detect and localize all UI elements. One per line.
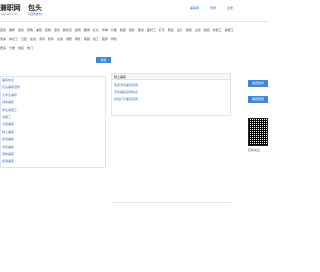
site-logo-sub: jianzhi.com bbox=[1, 12, 19, 16]
list-item[interactable]: 手机兼职 bbox=[2, 144, 105, 151]
top-links: 兼职网 登录 注册 bbox=[190, 6, 243, 10]
category-row-2: 周末 钟点工 日结 在线 手机 软件 文案 调研 销售 客服 技工 装卸 司机 bbox=[0, 35, 268, 44]
category-link[interactable]: 家教 bbox=[27, 28, 33, 32]
category-row-3: 更多 分类 地区 热门 bbox=[0, 44, 268, 53]
list-item[interactable]: 手机兼职招聘信息 bbox=[114, 89, 138, 96]
category-link[interactable]: 暑假工 bbox=[225, 28, 234, 32]
category-nav: 首页 推荐 送货 家教 兼职 促销 话务 服务员 模特 翻译 礼仪 传单 分拣 … bbox=[0, 26, 268, 53]
panel-title: 网上兼职 bbox=[112, 74, 230, 80]
category-link[interactable]: 技工 bbox=[93, 37, 99, 41]
top-link[interactable]: 登录 bbox=[210, 6, 216, 10]
category-link[interactable]: 手机 bbox=[39, 37, 45, 41]
list-item[interactable]: 在线打字兼职招聘 bbox=[114, 96, 138, 103]
category-link[interactable]: 促销 bbox=[45, 28, 51, 32]
category-link[interactable]: 钟点工 bbox=[9, 37, 18, 41]
category-row-1: 首页 推荐 送货 家教 兼职 促销 话务 服务员 模特 翻译 礼仪 传单 分拣 … bbox=[0, 26, 268, 35]
category-link[interactable]: 收银 bbox=[120, 28, 126, 32]
list-item[interactable]: 包头兼职招聘 bbox=[2, 84, 105, 91]
category-link[interactable]: 分拣 bbox=[111, 28, 117, 32]
list-item[interactable]: 促销兼职 bbox=[2, 158, 105, 165]
category-link[interactable]: 翻译 bbox=[84, 28, 90, 32]
recruit-button[interactable]: 兼职招聘 bbox=[248, 96, 268, 103]
category-link[interactable]: 软件 bbox=[48, 37, 54, 41]
category-link[interactable]: 在线 bbox=[30, 37, 36, 41]
top-link[interactable]: 兼职网 bbox=[190, 6, 199, 10]
category-link[interactable]: 临时工 bbox=[147, 28, 156, 32]
city-switch-link[interactable]: [切换城市] bbox=[28, 12, 42, 16]
category-link[interactable]: 寒假工 bbox=[213, 28, 222, 32]
category-link[interactable]: 打字 bbox=[159, 28, 165, 32]
top-bar: 兼职网 jianzhi.com 包头 [切换城市] 兼职网 登录 注册 bbox=[0, 0, 268, 22]
category-link[interactable]: 主持 bbox=[195, 28, 201, 32]
category-link[interactable]: 模特 bbox=[75, 28, 81, 32]
category-link[interactable]: 地区 bbox=[18, 46, 24, 50]
list-item[interactable]: 大学生兼职 bbox=[2, 92, 105, 99]
qr-caption: 扫码关注 bbox=[248, 148, 261, 152]
category-link[interactable]: 送货 bbox=[18, 28, 24, 32]
category-link[interactable]: 日结 bbox=[21, 37, 27, 41]
list-item[interactable]: 兼职信息 bbox=[2, 77, 105, 84]
category-link[interactable]: 话务 bbox=[54, 28, 60, 32]
category-link[interactable]: 首页 bbox=[0, 28, 6, 32]
category-link[interactable]: 兼职 bbox=[36, 28, 42, 32]
publish-button[interactable]: 免费发布 bbox=[248, 80, 268, 87]
category-link[interactable]: 编辑 bbox=[186, 28, 192, 32]
list-item[interactable]: 寒假工 bbox=[2, 114, 105, 121]
category-link[interactable]: 销售 bbox=[75, 37, 81, 41]
category-link[interactable]: 热门 bbox=[27, 46, 33, 50]
category-link[interactable]: 装卸 bbox=[102, 37, 108, 41]
category-link[interactable]: 礼仪 bbox=[93, 28, 99, 32]
lower-panel bbox=[111, 202, 231, 272]
category-link[interactable]: 校园 bbox=[204, 28, 210, 32]
category-link[interactable]: 客服 bbox=[84, 37, 90, 41]
list-item[interactable]: 网上兼职 bbox=[2, 129, 105, 136]
category-link[interactable]: 摄影 bbox=[129, 28, 135, 32]
category-link[interactable]: 司机 bbox=[111, 37, 117, 41]
list-item[interactable]: 家教兼职 bbox=[2, 151, 105, 158]
category-link[interactable]: 网店 bbox=[168, 28, 174, 32]
qr-code bbox=[248, 118, 268, 146]
panel-list: 免费手机兼职招聘 手机兼职招聘信息 在线打字兼职招聘 bbox=[114, 82, 138, 103]
online-jobs-panel: 网上兼职 免费手机兼职招聘 手机兼职招聘信息 在线打字兼职招聘 bbox=[111, 73, 231, 116]
category-link[interactable]: 服务员 bbox=[63, 28, 72, 32]
top-link[interactable]: 注册 bbox=[227, 6, 233, 10]
category-link[interactable]: 更多 bbox=[0, 46, 6, 50]
category-link[interactable]: 传单 bbox=[102, 28, 108, 32]
category-link[interactable]: 周末 bbox=[0, 37, 6, 41]
category-link[interactable]: 文案 bbox=[57, 37, 63, 41]
left-link-list: 兼职信息 包头兼职招聘 大学生兼职 周末兼职 学生暑假工 寒假工 日结兼职 网上… bbox=[0, 76, 106, 168]
list-item[interactable]: 在线兼职 bbox=[2, 136, 105, 143]
list-item[interactable]: 免费手机兼职招聘 bbox=[114, 82, 138, 89]
search-button[interactable]: 搜索 bbox=[96, 57, 111, 63]
list-item[interactable]: 日结兼职 bbox=[2, 121, 105, 128]
category-link[interactable]: 设计 bbox=[177, 28, 183, 32]
list-item[interactable]: 周末兼职 bbox=[2, 99, 105, 106]
category-link[interactable]: 分类 bbox=[9, 46, 15, 50]
category-link[interactable]: 调研 bbox=[66, 37, 72, 41]
list-item[interactable]: 学生暑假工 bbox=[2, 107, 105, 114]
category-link[interactable]: 保洁 bbox=[138, 28, 144, 32]
category-link[interactable]: 推荐 bbox=[9, 28, 15, 32]
